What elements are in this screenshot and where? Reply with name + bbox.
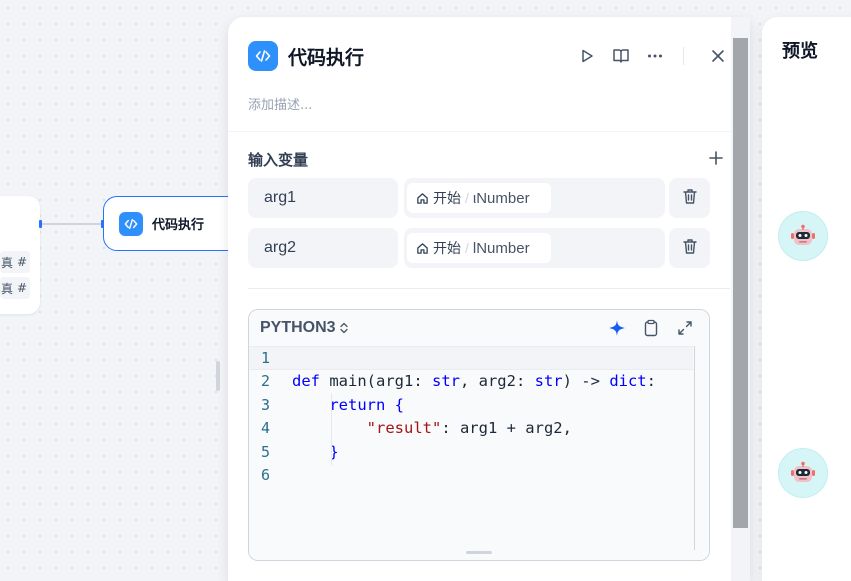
delete-variable-button[interactable] [669,228,710,268]
header-divider [683,47,684,65]
panel-actions [565,41,730,71]
code-editor-actions [607,318,695,338]
clipboard-icon[interactable] [641,318,661,338]
language-selector[interactable]: PYTHON3 [260,319,336,337]
source-variable-name: lNumber [472,239,530,257]
code-area[interactable]: 1 2 def main(arg1: str, arg2: str) -> di… [249,346,709,560]
panel-header: 代码执行 [248,41,730,71]
robot-avatar [778,211,828,261]
line-number: 2 [261,372,271,391]
code-icon [248,41,278,71]
preview-title: 预览 [782,41,818,62]
code-editor-header: PYTHON3 [249,310,709,346]
robot-icon [791,461,815,482]
start-var-label: 真 [1,281,14,296]
input-variable-row: arg2 开始 / lNumber [248,228,710,268]
path-separator: / [465,190,469,206]
run-icon[interactable] [575,44,599,68]
code-token-type: str [431,372,460,391]
line-number: 3 [261,395,271,414]
start-node[interactable]: 真 # 真 # [0,196,40,314]
line-number: 4 [261,419,271,438]
delete-variable-button[interactable] [669,178,710,218]
close-icon[interactable] [706,44,730,68]
home-icon [416,241,430,255]
code-line: 5 } [249,440,693,464]
start-var-label: 真 [1,255,14,270]
line-number: 1 [261,348,271,367]
code-token-keyword: def [292,372,320,391]
variable-reference-chip[interactable]: 开始 / lNumber [407,233,551,263]
code-token-type: dict [609,372,647,391]
variable-name-input[interactable]: arg1 [248,178,398,218]
variable-source-selector[interactable]: 开始 / lNumber [404,228,665,268]
description-input[interactable]: 添加描述... [248,94,312,113]
code-node-label: 代码执行 [152,218,205,233]
book-icon[interactable] [609,44,633,68]
sort-arrows-icon[interactable] [339,322,349,334]
code-line: 3 return { [249,393,693,417]
source-node-name: 开始 [433,191,461,207]
code-line: 6 [249,464,693,488]
input-variable-row: arg1 开始 / ιNumber [248,178,710,218]
robot-icon [791,224,815,245]
code-line: 2 def main(arg1: str, arg2: str) -> dict… [249,370,693,394]
connection-edge [42,223,104,225]
more-icon[interactable] [643,44,667,68]
source-variable-name: ιNumber [472,189,530,207]
code-execution-node[interactable]: 代码执行 [103,196,243,251]
code-token-string: "result" [366,419,442,438]
trash-icon [681,237,699,260]
line-number: 6 [261,466,271,485]
preview-panel: 预览 [762,17,851,581]
plus-icon[interactable] [706,148,726,168]
number-type-icon: # [17,281,28,295]
code-editor[interactable]: PYTHON3 1 2 def main(arg1: str, arg2: st… [248,309,710,561]
input-variables-title: 输入变量 [248,151,309,169]
divider [248,288,730,289]
sparkle-icon[interactable] [607,318,627,338]
code-text: "result": arg1 + arg2, [366,419,572,438]
start-node-var-row: 真 # [0,251,30,273]
panel-resize-handle[interactable] [216,361,220,391]
trash-icon [681,187,699,210]
expand-icon[interactable] [675,318,695,338]
panel-scrollbar-thumb[interactable] [733,38,748,528]
code-icon [119,211,143,236]
number-type-icon: # [17,255,28,269]
variable-source-selector[interactable]: 开始 / ιNumber [404,178,665,218]
source-node-name: 开始 [433,241,461,257]
start-node-var-row: 真 # [0,277,30,299]
panel-title: 代码执行 [288,46,365,69]
variable-reference-chip[interactable]: 开始 / ιNumber [407,183,551,213]
code-text: def main(arg1: str, arg2: str) -> dict: [292,372,656,391]
path-separator: / [465,240,469,256]
node-config-panel: 代码执行 添加描述... 输入变量 arg1 开始 / ιNumber arg2… [228,17,750,581]
code-token-brace: { [394,395,405,414]
home-icon [416,191,430,205]
code-line: 1 [249,346,693,370]
code-token-type: str [534,372,563,391]
robot-avatar [778,448,828,498]
code-token-keyword: return [329,395,386,414]
editor-scrollbar[interactable] [694,346,695,550]
editor-resize-grip[interactable] [466,551,492,554]
code-line: 4 "result": arg1 + arg2, [249,417,693,441]
indent-guide [331,416,332,440]
variable-name-input[interactable]: arg2 [248,228,398,268]
line-number: 5 [261,442,271,461]
code-text: return { [292,396,404,414]
divider [228,131,750,132]
